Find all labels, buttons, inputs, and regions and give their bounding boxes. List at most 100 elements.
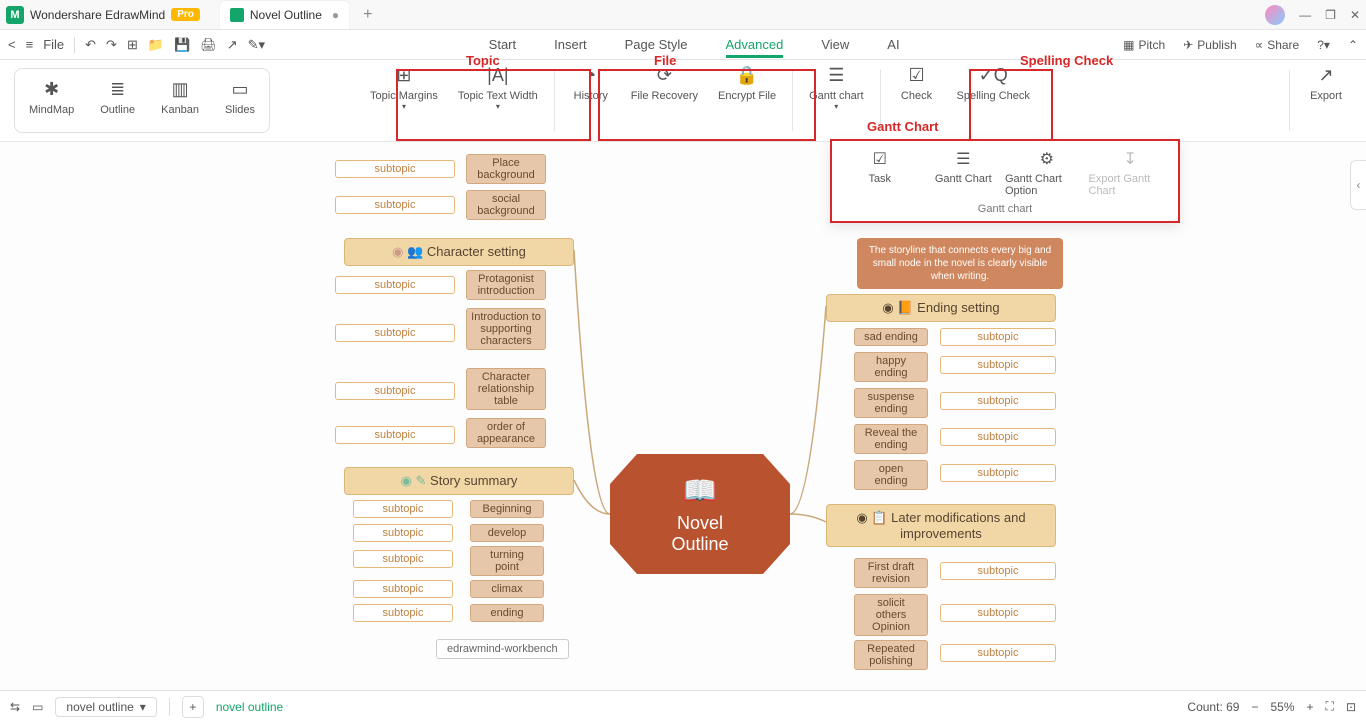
storyline-note[interactable]: The storyline that connects every big an… bbox=[857, 238, 1063, 289]
node-reveal[interactable]: Reveal the ending bbox=[854, 424, 928, 454]
subtopic-node[interactable]: subtopic bbox=[353, 580, 453, 598]
sb-page-icon[interactable]: ▭ bbox=[32, 700, 43, 714]
sb-zoom-out[interactable]: − bbox=[1251, 700, 1258, 714]
node-supporting[interactable]: Introduction to supporting characters bbox=[466, 308, 546, 350]
spelling-check-button[interactable]: ✓QSpelling Check bbox=[947, 60, 1040, 141]
branch-later-mods[interactable]: ◉ 📋 Later modifications and improvements bbox=[826, 504, 1056, 547]
node-ending[interactable]: ending bbox=[470, 604, 544, 622]
collapse-ribbon-button[interactable]: ⌃ bbox=[1348, 38, 1358, 52]
view-slides[interactable]: ▭Slides bbox=[215, 73, 265, 128]
add-tab-button[interactable]: + bbox=[363, 6, 372, 24]
subtopic-node[interactable]: subtopic bbox=[940, 604, 1056, 622]
subtopic-node[interactable]: subtopic bbox=[353, 500, 453, 518]
node-turning[interactable]: turning point bbox=[470, 546, 544, 576]
edit-button[interactable]: ✎▾ bbox=[248, 37, 265, 53]
node-solicit[interactable]: solicit others Opinion bbox=[854, 594, 928, 636]
node-sad[interactable]: sad ending bbox=[854, 328, 928, 346]
sb-add-button[interactable]: + bbox=[182, 696, 204, 718]
help-button[interactable]: ?▾ bbox=[1317, 38, 1330, 52]
gantt-export-button[interactable]: ↧Export Gantt Chart bbox=[1089, 149, 1173, 197]
mindmap-canvas[interactable]: subtopic Place background subtopic socia… bbox=[0, 142, 1366, 690]
print-button[interactable]: 🖨 bbox=[200, 37, 217, 53]
publish-button[interactable]: ✈Publish bbox=[1183, 38, 1236, 52]
encrypt-file-button[interactable]: 🔒Encrypt File bbox=[708, 60, 786, 141]
workbench-node[interactable]: edrawmind-workbench bbox=[436, 639, 569, 659]
subtopic-node[interactable]: subtopic bbox=[940, 644, 1056, 662]
export-quick-button[interactable]: ↗ bbox=[227, 37, 238, 53]
subtopic-node[interactable]: subtopic bbox=[940, 562, 1056, 580]
branch-story-summary[interactable]: ◉ ✎ Story summary bbox=[344, 467, 574, 495]
branch-ending-setting[interactable]: ◉ 📙 Ending setting bbox=[826, 294, 1056, 322]
document-tab[interactable]: Novel Outline ● bbox=[220, 1, 349, 29]
subtopic-node[interactable]: subtopic bbox=[940, 328, 1056, 346]
node-place-bg[interactable]: Place background bbox=[466, 154, 546, 184]
export-button[interactable]: ↗Export bbox=[1296, 60, 1356, 141]
view-outline[interactable]: ≣Outline bbox=[90, 73, 145, 128]
gantt-option-button[interactable]: ⚙Gantt Chart Option bbox=[1005, 149, 1089, 197]
menu-view[interactable]: View bbox=[821, 37, 849, 52]
maximize-button[interactable]: ❐ bbox=[1325, 8, 1336, 22]
undo-button[interactable]: ↶ bbox=[85, 37, 96, 53]
gantt-chart-button[interactable]: ☰Gantt chart▾ bbox=[799, 60, 873, 141]
menu-ai[interactable]: AI bbox=[887, 37, 899, 52]
node-open[interactable]: open ending bbox=[854, 460, 928, 490]
avatar[interactable] bbox=[1265, 5, 1285, 25]
node-beginning[interactable]: Beginning bbox=[470, 500, 544, 518]
node-relationship[interactable]: Character relationship table bbox=[466, 368, 546, 410]
history-button[interactable]: ◔History bbox=[561, 60, 621, 141]
open-button[interactable]: 📁 bbox=[148, 37, 164, 53]
file-label[interactable]: File bbox=[43, 37, 64, 52]
node-appearance[interactable]: order of appearance bbox=[466, 418, 546, 448]
gantt-task-button[interactable]: ☑Task bbox=[838, 149, 922, 197]
subtopic-node[interactable]: subtopic bbox=[940, 392, 1056, 410]
node-repeated[interactable]: Repeated polishing bbox=[854, 640, 928, 670]
menu-page-style[interactable]: Page Style bbox=[625, 37, 688, 52]
sb-structure-icon[interactable]: ⇆ bbox=[10, 700, 20, 714]
sb-zoom-in[interactable]: + bbox=[1307, 700, 1314, 714]
subtopic-node[interactable]: subtopic bbox=[335, 196, 455, 214]
menu-start[interactable]: Start bbox=[489, 37, 516, 52]
node-protagonist[interactable]: Protagonist introduction bbox=[466, 270, 546, 300]
subtopic-node[interactable]: subtopic bbox=[335, 160, 455, 178]
redo-button[interactable]: ↷ bbox=[106, 37, 117, 53]
subtopic-node[interactable]: subtopic bbox=[940, 428, 1056, 446]
save-button[interactable]: 💾 bbox=[174, 37, 190, 53]
sb-fit-icon[interactable]: ⛶ bbox=[1326, 699, 1334, 714]
subtopic-node[interactable]: subtopic bbox=[353, 524, 453, 542]
subtopic-node[interactable]: subtopic bbox=[940, 464, 1056, 482]
subtopic-node[interactable]: subtopic bbox=[353, 604, 453, 622]
subtopic-node[interactable]: subtopic bbox=[353, 550, 453, 568]
node-develop[interactable]: develop bbox=[470, 524, 544, 542]
gantt-chart-item[interactable]: ☰Gantt Chart bbox=[922, 149, 1006, 197]
back-button[interactable]: < bbox=[8, 37, 16, 52]
subtopic-node[interactable]: subtopic bbox=[940, 356, 1056, 374]
pitch-button[interactable]: ▦Pitch bbox=[1123, 38, 1165, 52]
view-kanban[interactable]: ▥Kanban bbox=[151, 73, 209, 128]
node-first-draft[interactable]: First draft revision bbox=[854, 558, 928, 588]
node-social-bg[interactable]: social background bbox=[466, 190, 546, 220]
share-button[interactable]: ∝Share bbox=[1255, 38, 1300, 52]
sb-file-selector[interactable]: novel outline▾ bbox=[55, 697, 156, 717]
new-button[interactable]: ⊞ bbox=[127, 37, 138, 53]
menu-advanced[interactable]: Advanced bbox=[726, 37, 784, 52]
subtopic-node[interactable]: subtopic bbox=[335, 382, 455, 400]
central-node[interactable]: 📖 Novel Outline bbox=[610, 454, 790, 574]
subtopic-node[interactable]: subtopic bbox=[335, 426, 455, 444]
subtopic-node[interactable]: subtopic bbox=[335, 276, 455, 294]
topic-margins-button[interactable]: ⊞Topic Margins▾ bbox=[360, 60, 448, 141]
right-panel-handle[interactable]: ‹ bbox=[1350, 160, 1366, 210]
topic-text-width-button[interactable]: |A|Topic Text Width▾ bbox=[448, 60, 548, 141]
branch-character-setting[interactable]: ◉ 👥 Character setting bbox=[344, 238, 574, 266]
node-suspense[interactable]: suspense ending bbox=[854, 388, 928, 418]
menu-button[interactable]: ≡ bbox=[26, 37, 34, 52]
file-recovery-button[interactable]: ⟳File Recovery bbox=[621, 60, 708, 141]
node-happy[interactable]: happy ending bbox=[854, 352, 928, 382]
menu-insert[interactable]: Insert bbox=[554, 37, 587, 52]
subtopic-node[interactable]: subtopic bbox=[335, 324, 455, 342]
sb-fullscreen-icon[interactable]: ⊡ bbox=[1346, 700, 1356, 714]
close-button[interactable]: ✕ bbox=[1350, 8, 1360, 22]
node-climax[interactable]: climax bbox=[470, 580, 544, 598]
view-mindmap[interactable]: ✱MindMap bbox=[19, 73, 84, 128]
minimize-button[interactable]: — bbox=[1299, 8, 1311, 22]
sb-breadcrumb[interactable]: novel outline bbox=[216, 700, 283, 714]
